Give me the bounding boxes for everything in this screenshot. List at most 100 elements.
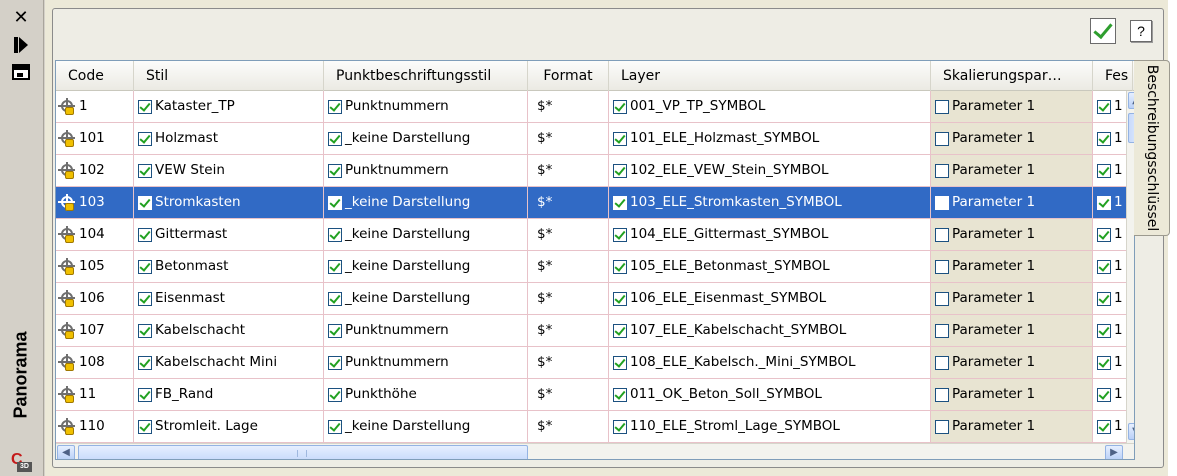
scroll-right-icon[interactable]: ▶ xyxy=(1105,445,1123,459)
checkbox-skal[interactable] xyxy=(935,323,949,338)
checkbox-skal[interactable] xyxy=(935,355,949,370)
checkbox-stil[interactable] xyxy=(138,259,152,274)
checkbox-punkt[interactable] xyxy=(328,259,342,274)
cell-format[interactable]: $* xyxy=(528,91,609,122)
checkbox-skal[interactable] xyxy=(935,227,949,242)
checkbox-stil[interactable] xyxy=(138,163,152,178)
cell-format[interactable]: $* xyxy=(528,315,609,346)
checkbox-stil[interactable] xyxy=(138,99,152,114)
checkbox-punkt[interactable] xyxy=(328,227,342,242)
cell-stil[interactable]: Stromkasten xyxy=(134,187,324,218)
cell-format[interactable]: $* xyxy=(528,155,609,186)
column-header-fes[interactable]: Fes xyxy=(1093,61,1133,91)
cell-format[interactable]: $* xyxy=(528,283,609,314)
checkbox-fes[interactable] xyxy=(1097,291,1111,306)
cell-code[interactable]: 101 xyxy=(56,123,134,154)
checkbox-stil[interactable] xyxy=(138,419,152,434)
checkbox-fes[interactable] xyxy=(1097,259,1111,274)
checkbox-punkt[interactable] xyxy=(328,323,342,338)
checkbox-skal[interactable] xyxy=(935,195,949,210)
horizontal-scrollbar[interactable]: ◀ ▶ xyxy=(56,443,1134,459)
cell-skal[interactable]: Parameter 1 xyxy=(931,123,1093,154)
cell-format[interactable]: $* xyxy=(528,219,609,250)
table-row[interactable]: 108 Kabelschacht Mini Punktnummern $* 108_EL… xyxy=(56,347,1134,379)
checkbox-skal[interactable] xyxy=(935,291,949,306)
cell-code[interactable]: 108 xyxy=(56,347,134,378)
column-header-punkt[interactable]: Punktbeschriftungsstil xyxy=(324,61,528,91)
cell-skal[interactable]: Parameter 1 xyxy=(931,91,1093,122)
checkbox-layer[interactable] xyxy=(613,419,627,434)
close-icon[interactable]: ✕ xyxy=(10,8,32,28)
cell-punkt[interactable]: Punkthöhe xyxy=(324,379,528,410)
checkbox-layer[interactable] xyxy=(613,387,627,402)
checkbox-stil[interactable] xyxy=(138,291,152,306)
cell-code[interactable]: 103 xyxy=(56,187,134,218)
cell-skal[interactable]: Parameter 1 xyxy=(931,219,1093,250)
cell-format[interactable]: $* xyxy=(528,251,609,282)
cell-layer[interactable]: 106_ELE_Eisenmast_SYMBOL xyxy=(609,283,931,314)
checkbox-layer[interactable] xyxy=(613,131,627,146)
checkbox-punkt[interactable] xyxy=(328,291,342,306)
table-row[interactable]: 1 Kataster_TP Punktnummern $* 001_VP_TP_SYMB… xyxy=(56,91,1134,123)
auto-hide-icon[interactable] xyxy=(10,35,32,55)
cell-layer[interactable]: 107_ELE_Kabelschacht_SYMBOL xyxy=(609,315,931,346)
cell-punkt[interactable]: Punktnummern xyxy=(324,91,528,122)
column-header-skal[interactable]: Skalierungspar… xyxy=(931,61,1093,91)
cell-skal[interactable]: Parameter 1 xyxy=(931,283,1093,314)
checkbox-stil[interactable] xyxy=(138,355,152,370)
help-icon[interactable]: ? xyxy=(1130,20,1152,42)
checkbox-skal[interactable] xyxy=(935,419,949,434)
scroll-down-icon[interactable]: ▼ xyxy=(1128,423,1134,440)
cell-punkt[interactable]: Punktnummern xyxy=(324,347,528,378)
cell-stil[interactable]: Stromleit. Lage xyxy=(134,411,324,442)
cell-code[interactable]: 104 xyxy=(56,219,134,250)
checkbox-fes[interactable] xyxy=(1097,163,1111,178)
checkbox-skal[interactable] xyxy=(935,99,949,114)
cell-stil[interactable]: Kabelschacht xyxy=(134,315,324,346)
cell-skal[interactable]: Parameter 1 xyxy=(931,155,1093,186)
checkmark-icon[interactable] xyxy=(1090,18,1116,44)
cell-layer[interactable]: 110_ELE_Stroml_Lage_SYMBOL xyxy=(609,411,931,442)
table-row[interactable]: 107 Kabelschacht Punktnummern $* 107_ELE_Kab… xyxy=(56,315,1134,347)
cell-code[interactable]: 102 xyxy=(56,155,134,186)
checkbox-fes[interactable] xyxy=(1097,355,1111,370)
checkbox-fes[interactable] xyxy=(1097,323,1111,338)
checkbox-stil[interactable] xyxy=(138,195,152,210)
cell-layer[interactable]: 001_VP_TP_SYMBOL xyxy=(609,91,931,122)
cell-skal[interactable]: Parameter 1 xyxy=(931,379,1093,410)
checkbox-punkt[interactable] xyxy=(328,195,342,210)
tab-beschreibungsschluessel[interactable]: Beschreibungsschlüssel xyxy=(1134,60,1170,236)
column-header-layer[interactable]: Layer xyxy=(609,61,931,91)
column-header-format[interactable]: Format xyxy=(528,61,609,91)
cell-skal[interactable]: Parameter 1 xyxy=(931,251,1093,282)
table-row[interactable]: 11 FB_Rand Punkthöhe $* 011_OK_Beton_Soll_SY… xyxy=(56,379,1134,411)
cell-punkt[interactable]: Punktnummern xyxy=(324,315,528,346)
checkbox-fes[interactable] xyxy=(1097,99,1111,114)
table-row[interactable]: 102 VEW Stein Punktnummern $* 102_ELE_VEW_St… xyxy=(56,155,1134,187)
cell-skal[interactable]: Parameter 1 xyxy=(931,411,1093,442)
cell-layer[interactable]: 103_ELE_Stromkasten_SYMBOL xyxy=(609,187,931,218)
checkbox-punkt[interactable] xyxy=(328,387,342,402)
cell-punkt[interactable]: _keine Darstellung xyxy=(324,411,528,442)
cell-stil[interactable]: FB_Rand xyxy=(134,379,324,410)
checkbox-layer[interactable] xyxy=(613,291,627,306)
cell-layer[interactable]: 101_ELE_Holzmast_SYMBOL xyxy=(609,123,931,154)
checkbox-skal[interactable] xyxy=(935,131,949,146)
checkbox-layer[interactable] xyxy=(613,163,627,178)
cell-skal[interactable]: Parameter 1 xyxy=(931,347,1093,378)
cell-stil[interactable]: Betonmast xyxy=(134,251,324,282)
checkbox-fes[interactable] xyxy=(1097,419,1111,434)
cell-punkt[interactable]: Punktnummern xyxy=(324,155,528,186)
cell-code[interactable]: 106 xyxy=(56,283,134,314)
table-row[interactable]: 104 Gittermast _keine Darstellung $* 104_ELE… xyxy=(56,219,1134,251)
checkbox-layer[interactable] xyxy=(613,259,627,274)
checkbox-skal[interactable] xyxy=(935,387,949,402)
cell-layer[interactable]: 011_OK_Beton_Soll_SYMBOL xyxy=(609,379,931,410)
column-header-code[interactable]: Code xyxy=(56,61,134,91)
checkbox-layer[interactable] xyxy=(613,355,627,370)
checkbox-stil[interactable] xyxy=(138,323,152,338)
cell-stil[interactable]: Kataster_TP xyxy=(134,91,324,122)
checkbox-stil[interactable] xyxy=(138,131,152,146)
table-row[interactable]: 110 Stromleit. Lage _keine Darstellung $* 11… xyxy=(56,411,1134,443)
cell-format[interactable]: $* xyxy=(528,187,609,218)
